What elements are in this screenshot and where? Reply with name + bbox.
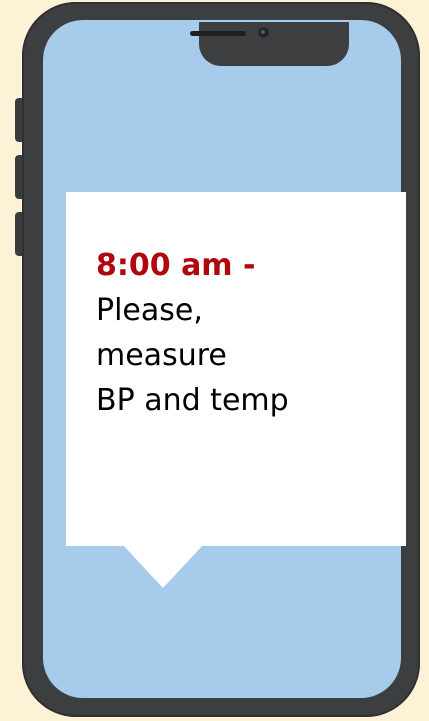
reminder-message: 8:00 am - Please, measure BP and temp <box>96 243 396 423</box>
reminder-time: 8:00 am - <box>96 248 256 283</box>
reminder-line-1: Please, <box>96 293 203 328</box>
illustration: 8:00 am - Please, measure BP and temp <box>0 0 429 721</box>
reminder-line-3: BP and temp <box>96 383 289 418</box>
speaker-icon <box>190 31 246 36</box>
reminder-line-2: measure <box>96 338 227 373</box>
phone-notch <box>199 22 349 66</box>
camera-icon <box>258 27 269 38</box>
speech-bubble-tail <box>122 544 204 588</box>
